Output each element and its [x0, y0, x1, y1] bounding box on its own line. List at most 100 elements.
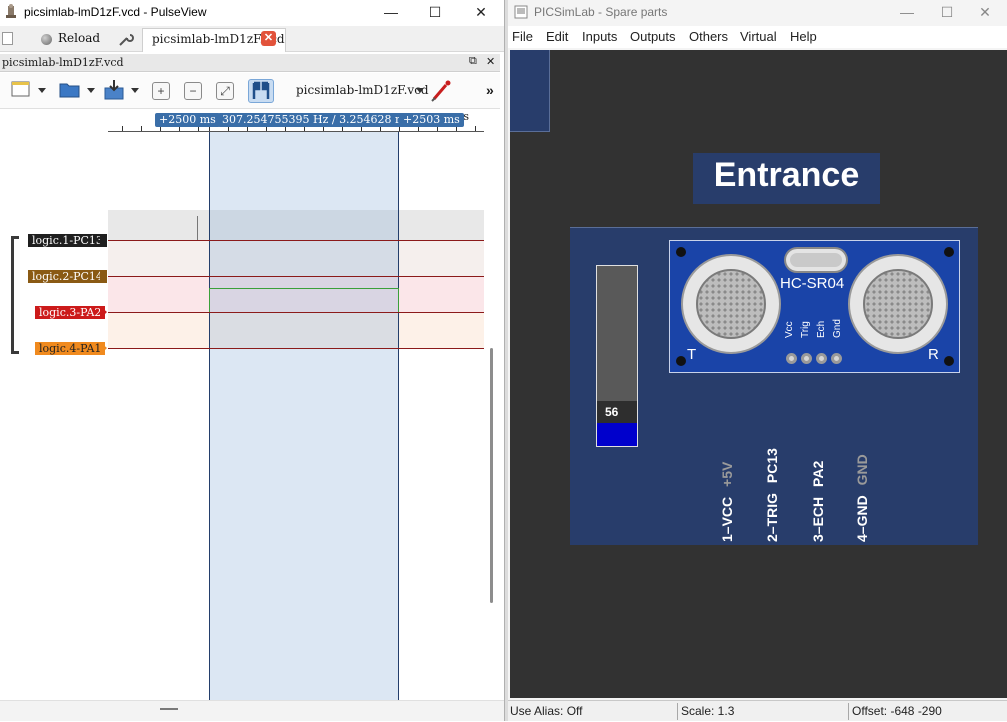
channel-label-pa1[interactable]: logic.4-PA1: [35, 342, 106, 355]
cursor-left-marker[interactable]: +2500 ms: [155, 113, 220, 127]
cursor-right-marker[interactable]: +2503 ms: [399, 113, 464, 127]
statusbar: Use Alias: Off Scale: 1.3 Offset: -648 -…: [508, 700, 1007, 721]
status-separator: [677, 703, 678, 720]
dock-restore-icon[interactable]: ⧉: [469, 55, 477, 68]
folder-icon: [59, 83, 80, 98]
picsimlab-titlebar: PICSimLab - Spare parts — ☐ ✕: [508, 0, 1007, 24]
new-view-dropdown-icon[interactable]: [38, 88, 46, 93]
probe-icon: [431, 80, 451, 102]
channel-label-pa2[interactable]: logic.3-PA2: [35, 306, 106, 319]
pin-label-vcc: Vcc: [784, 321, 795, 338]
transmitter-label: T: [687, 346, 697, 363]
status-offset: Offset: -648 -290: [852, 704, 942, 718]
pulseview-titlebar: picsimlab-lmD1zF.vcd - PulseView — ☐ ✕: [0, 0, 504, 25]
close-button[interactable]: ✕: [962, 0, 1007, 25]
menubar: File Edit Inputs Outputs Others Virtual …: [508, 26, 1007, 48]
header-pin-icon: [801, 353, 812, 364]
connection-pin-label: 1–VCC: [719, 496, 735, 542]
connection-net-label: PC13: [764, 448, 780, 484]
connection-trig[interactable]: 2–TRIG PC13: [764, 442, 784, 542]
close-tab-icon[interactable]: ✕: [261, 31, 276, 46]
dock-close-icon[interactable]: ✕: [486, 55, 495, 68]
header-pin-icon: [786, 353, 797, 364]
connection-ech[interactable]: 3–ECH PA2: [810, 442, 830, 542]
cursor-span-marker[interactable]: 307.254755395 Hz / 3.254628 ms: [218, 113, 416, 127]
channel-label-pc14[interactable]: logic.2-PC14: [28, 270, 107, 283]
mount-hole-icon: [676, 247, 686, 257]
header-pin-icon: [831, 353, 842, 364]
open-button[interactable]: [58, 79, 84, 103]
crystal-icon: [784, 247, 848, 273]
menu-file[interactable]: File: [512, 29, 533, 44]
connection-pin-label: 2–TRIG: [764, 492, 780, 542]
connection-vcc[interactable]: 1–VCC +5V: [719, 442, 739, 542]
menu-others[interactable]: Others: [689, 29, 728, 44]
document-icon: [2, 32, 13, 45]
zoom-in-button[interactable]: +: [152, 82, 170, 100]
horizontal-scroll-grip[interactable]: [160, 708, 178, 710]
dock-title: picsimlab-lmD1zF.vcd: [2, 56, 124, 69]
pin-label-ech: Ech: [816, 320, 827, 338]
picsimlab-app-icon: [514, 5, 528, 19]
menu-outputs[interactable]: Outputs: [630, 29, 676, 44]
connection-gnd[interactable]: 4–GND GND: [854, 442, 874, 542]
run-button[interactable]: [430, 79, 456, 103]
mount-hole-icon: [944, 356, 954, 366]
session-combo[interactable]: picsimlab-lmD1zF.vcd: [296, 83, 429, 97]
open-dropdown-icon[interactable]: [87, 88, 95, 93]
maximize-button[interactable]: ☐: [412, 0, 458, 25]
zoom-out-button[interactable]: −: [184, 82, 202, 100]
menu-help[interactable]: Help: [790, 29, 817, 44]
status-alias: Use Alias: Off: [510, 704, 583, 718]
save-dropdown-icon[interactable]: [131, 88, 139, 93]
channel-tip-pa1: [100, 342, 107, 355]
settings-button[interactable]: [118, 26, 136, 52]
mount-hole-icon: [676, 356, 686, 366]
picsimlab-window: PICSimLab - Spare parts — ☐ ✕ File Edit …: [508, 0, 1007, 721]
reload-button[interactable]: Reload: [40, 26, 115, 52]
menu-virtual[interactable]: Virtual: [740, 29, 777, 44]
trace-view[interactable]: [108, 132, 484, 700]
cursor-toggle-button[interactable]: [248, 79, 274, 103]
status-separator: [848, 703, 849, 720]
signal-line-pc14: [108, 276, 484, 277]
cursor-selection-area[interactable]: [209, 132, 399, 700]
offscreen-part[interactable]: [510, 50, 550, 132]
new-view-button[interactable]: [10, 79, 36, 103]
entrance-label: Entrance: [713, 156, 860, 194]
save-button[interactable]: [102, 79, 128, 103]
horizontal-scroll-area: [0, 700, 504, 721]
zoom-fit-button[interactable]: ⤢: [216, 82, 234, 100]
pulseview-app-icon: [6, 4, 16, 18]
pin-label-gnd: Gnd: [832, 319, 843, 338]
close-button[interactable]: ✕: [458, 0, 504, 25]
mount-hole-icon: [944, 247, 954, 257]
reload-icon: [41, 34, 52, 45]
window-title: picsimlab-lmD1zF.vcd - PulseView: [24, 5, 207, 19]
minimize-button[interactable]: —: [368, 0, 414, 25]
parts-canvas[interactable]: Entrance 56 HC-SR04 T R Vcc Trig Ech Gnd: [510, 50, 1007, 698]
connection-pin-label: 4–GND: [854, 495, 870, 542]
transmitter-mesh-icon: [696, 269, 766, 339]
receiver-label: R: [928, 346, 939, 363]
signal-line-pa2: [108, 312, 484, 313]
menu-inputs[interactable]: Inputs: [582, 29, 617, 44]
document-tab[interactable]: picsimlab-lmD1zF.vcd ✕: [142, 28, 286, 52]
toolbar-more-icon[interactable]: »: [486, 82, 494, 98]
channel-label-pc13[interactable]: logic.1-PC13: [28, 234, 107, 247]
reload-label: Reload: [58, 31, 101, 45]
session-dropdown-icon[interactable]: [416, 88, 424, 93]
signal-line-pc13: [108, 240, 484, 241]
wrench-icon: [119, 34, 134, 46]
vertical-scrollbar[interactable]: [490, 348, 493, 603]
edge-marker-pc13: [197, 216, 198, 240]
menu-edit[interactable]: Edit: [546, 29, 568, 44]
header-pin-icon: [816, 353, 827, 364]
channel-tip-pa2: [100, 306, 107, 319]
channel-tip-pc14: [100, 270, 107, 283]
connection-pin-label: 3–ECH: [810, 496, 826, 542]
main-toolbar: + − ⤢ picsimlab-lmD1zF.vcd »: [0, 73, 500, 109]
pin-label-trig: Trig: [800, 321, 811, 338]
new-document-icon: [11, 81, 30, 97]
new-session-tab[interactable]: [2, 26, 14, 52]
